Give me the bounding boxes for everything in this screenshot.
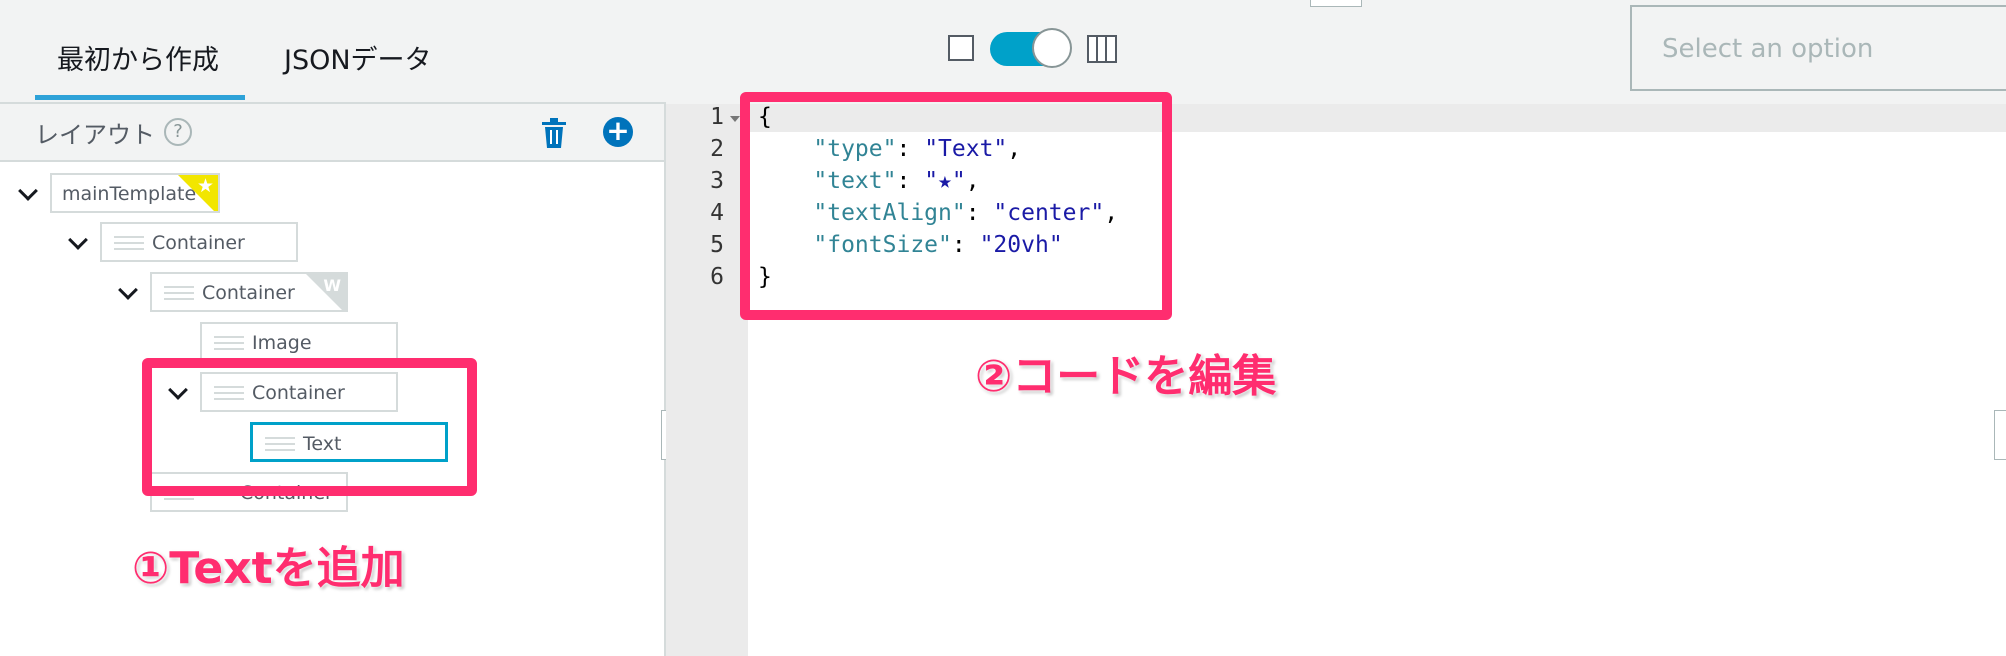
annotation-step1: ①Textを追加 bbox=[132, 543, 405, 594]
tab-create-from-scratch[interactable]: 最初から作成 bbox=[57, 38, 219, 77]
editor-splitter-handle[interactable] bbox=[1994, 410, 2006, 460]
tree-node-label: Container bbox=[202, 282, 295, 304]
add-circle-icon[interactable]: + bbox=[603, 117, 633, 147]
view-toggle-knob[interactable] bbox=[1032, 28, 1072, 68]
tree-node-container[interactable]: Container W bbox=[150, 272, 348, 312]
tree-node-label: Container bbox=[152, 232, 245, 254]
fold-arrow-icon[interactable] bbox=[730, 116, 740, 122]
line-number: 2 bbox=[710, 136, 724, 162]
star-icon: ★ bbox=[196, 175, 214, 197]
line-number: 1 bbox=[710, 104, 724, 130]
tree-node-label: Image bbox=[252, 332, 312, 354]
annotation-box-step2 bbox=[740, 92, 1172, 320]
tree-node-main-template[interactable]: mainTemplate ★ bbox=[50, 173, 220, 213]
tree-node-container[interactable]: Container bbox=[100, 222, 298, 262]
active-tab-indicator bbox=[35, 95, 245, 100]
drag-handle-icon[interactable] bbox=[214, 336, 244, 350]
layout-title: レイアウト bbox=[35, 121, 155, 149]
tree-node-image[interactable]: Image bbox=[200, 322, 398, 362]
drag-handle-icon[interactable] bbox=[164, 286, 194, 300]
split-columns-icon[interactable] bbox=[1087, 35, 1117, 63]
annotation-step2: ②コードを編集 bbox=[975, 351, 1277, 402]
top-resize-handle[interactable] bbox=[1310, 0, 1362, 7]
help-icon[interactable]: ? bbox=[164, 118, 192, 146]
tree-node-label: mainTemplate bbox=[62, 183, 197, 205]
select-placeholder: Select an option bbox=[1662, 34, 1874, 64]
tab-json-data[interactable]: JSONデータ bbox=[284, 38, 432, 77]
annotation-box-step1 bbox=[142, 358, 477, 496]
single-pane-icon[interactable] bbox=[948, 35, 974, 61]
line-number: 6 bbox=[710, 264, 724, 290]
line-number: 5 bbox=[710, 232, 724, 258]
line-number: 4 bbox=[710, 200, 724, 226]
line-number: 3 bbox=[710, 168, 724, 194]
w-badge: W bbox=[323, 276, 341, 295]
trash-icon[interactable] bbox=[540, 118, 568, 148]
drag-handle-icon[interactable] bbox=[114, 236, 144, 250]
